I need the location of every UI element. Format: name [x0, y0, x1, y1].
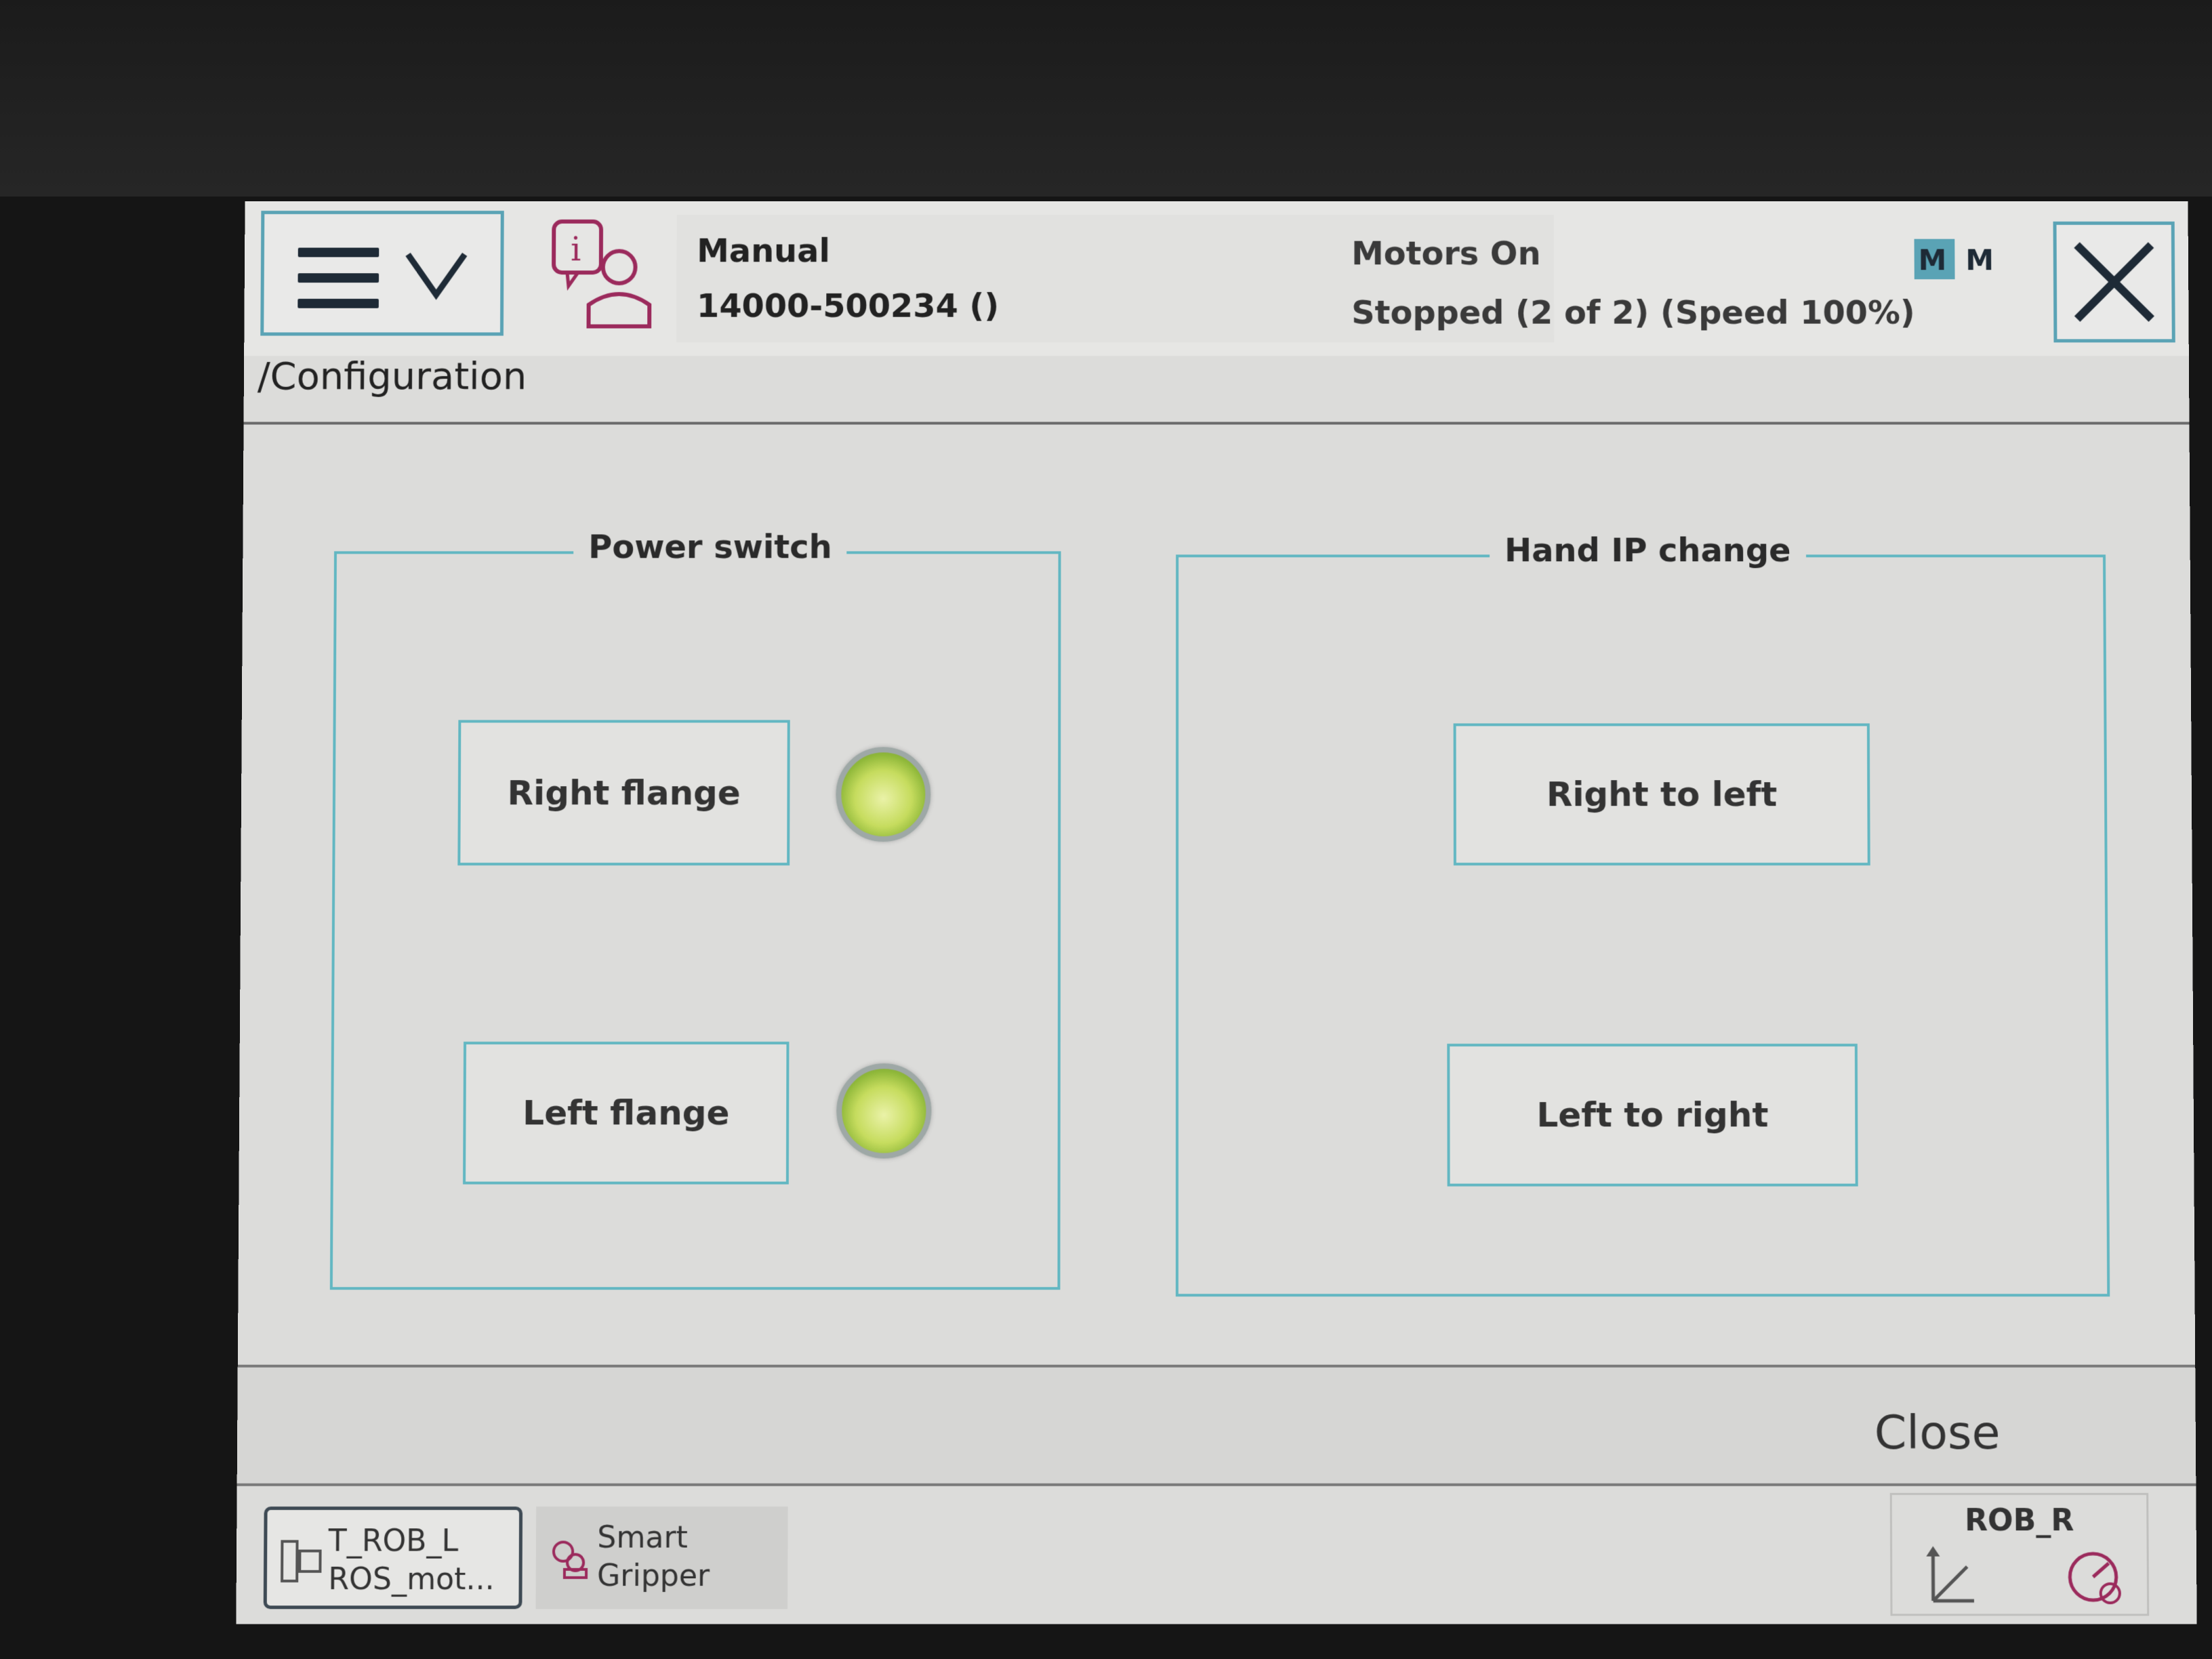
power-switch-title: Power switch	[573, 529, 847, 567]
task-t-rob-l-line2: ROS_mot...	[328, 1561, 494, 1599]
motors-status: Motors On	[1351, 235, 1540, 273]
header-divider	[243, 422, 2189, 425]
right-to-left-button[interactable]: Right to left	[1454, 723, 1870, 865]
hamburger-icon	[298, 248, 379, 308]
status-panel[interactable]: Motors On Stopped (2 of 2) (Speed 100%)	[1324, 215, 1999, 342]
task-smart-gripper-line1: Smart	[597, 1519, 710, 1557]
speed-icon	[2055, 1542, 2131, 1611]
top-bar: i Manual 14000-500234 () Motors On Stopp…	[244, 201, 2189, 356]
task-smart-gripper-line2: Gripper	[597, 1557, 710, 1595]
task-smart-gripper[interactable]: Smart Gripper	[535, 1507, 787, 1609]
operating-mode: Manual	[697, 232, 830, 270]
left-flange-button[interactable]: Left flange	[463, 1042, 789, 1184]
hand-ip-change-title: Hand IP change	[1490, 532, 1806, 570]
coordinate-system-icon	[1919, 1542, 1988, 1611]
right-flange-button[interactable]: Right flange	[457, 720, 790, 865]
mechanical-unit-label: ROB_R	[1892, 1503, 2147, 1538]
smart-gripper-icon	[548, 1534, 592, 1582]
event-log-icon[interactable]: i	[548, 219, 663, 333]
left-flange-indicator-light	[836, 1063, 931, 1158]
task-t-rob-l[interactable]: T_ROB_L ROS_mot...	[264, 1507, 523, 1609]
abb-menu-button[interactable]	[260, 211, 504, 335]
right-flange-indicator-light	[836, 747, 930, 842]
breadcrumb: /Configuration	[258, 354, 527, 398]
task-t-rob-l-line1: T_ROB_L	[329, 1522, 495, 1560]
left-to-right-button[interactable]: Left to right	[1447, 1044, 1858, 1186]
program-editor-icon	[279, 1537, 323, 1585]
task-status-icons[interactable]: M M	[1912, 235, 2013, 282]
taskbar: T_ROB_L ROS_mot... Smart Gripper ROB_R	[236, 1486, 2196, 1624]
svg-text:M: M	[1965, 243, 1994, 276]
svg-text:i: i	[571, 232, 581, 269]
controller-id: 14000-500234 ()	[697, 287, 999, 325]
flexpendant-screen: i Manual 14000-500234 () Motors On Stopp…	[236, 201, 2196, 1624]
chevron-down-icon	[403, 240, 470, 307]
svg-text:M: M	[1919, 243, 1947, 276]
close-icon	[2057, 225, 2172, 340]
quickset-mechanical-unit[interactable]: ROB_R	[1890, 1493, 2150, 1616]
close-button[interactable]: Close	[1835, 1399, 2039, 1467]
close-view-button[interactable]	[2053, 222, 2175, 342]
monitor-bezel	[0, 0, 2212, 197]
run-status: Stopped (2 of 2) (Speed 100%)	[1351, 294, 1915, 332]
